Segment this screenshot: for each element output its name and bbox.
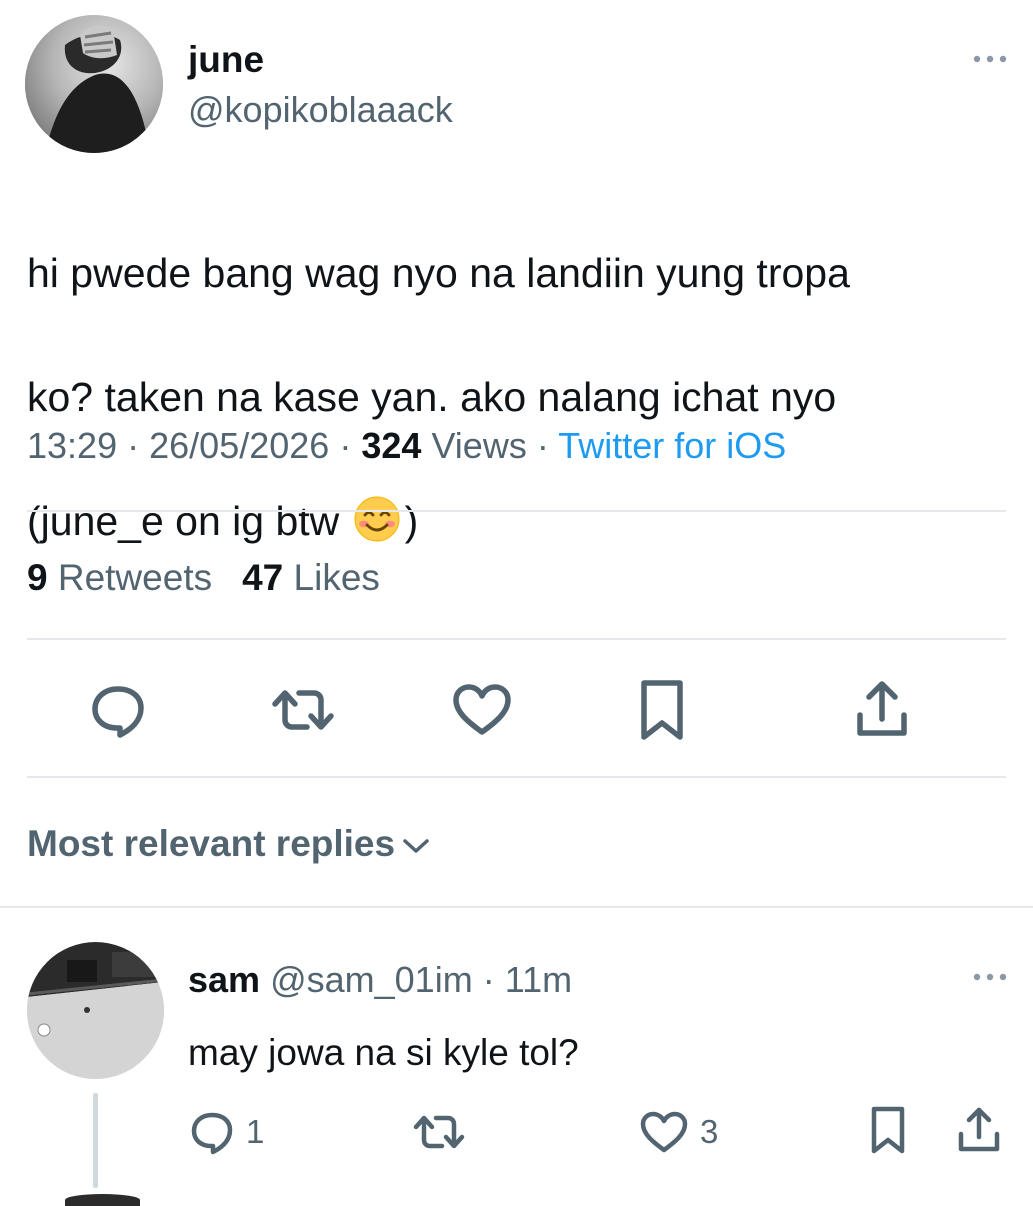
tweet-date[interactable]: 26/05/2026	[149, 425, 329, 466]
retweet-icon	[413, 1115, 465, 1149]
meta-separator: ·	[339, 425, 352, 466]
reply-retweet-button[interactable]	[412, 1102, 466, 1162]
author-name[interactable]: june	[188, 38, 264, 82]
share-icon	[958, 1107, 1000, 1152]
meta-separator: ·	[536, 425, 549, 466]
bookmark-icon	[871, 1106, 905, 1154]
smiling-face-emoji-icon	[353, 495, 401, 543]
tweet-stats: 9 Retweets 47 Likes	[27, 552, 380, 604]
divider	[27, 638, 1006, 640]
reply-reply-button[interactable]: 1	[188, 1102, 264, 1162]
like-icon	[640, 1111, 688, 1153]
more-options-icon[interactable]	[968, 44, 1012, 74]
views-count[interactable]: 324	[361, 425, 421, 466]
reply-icon	[191, 1112, 233, 1155]
tweet-time[interactable]: 13:29	[27, 425, 117, 466]
reply-like-button[interactable]: 3	[638, 1102, 718, 1162]
reply-author-handle[interactable]: @sam_01im	[270, 959, 473, 1000]
chevron-down-icon	[403, 839, 429, 853]
like-count: 3	[700, 1113, 719, 1150]
reply-header: sam @sam_01im · 11m	[188, 956, 572, 1004]
retweet-icon[interactable]	[268, 675, 338, 745]
bookmark-icon[interactable]	[627, 675, 697, 745]
tweet-text: hi pwede bang wag nyo na landiin yung tr…	[27, 180, 1002, 614]
reply-author-name[interactable]: sam	[188, 959, 260, 1000]
thread-connector-line	[93, 1093, 98, 1188]
reply-author-avatar[interactable]	[27, 942, 164, 1079]
meta-separator: ·	[127, 425, 140, 466]
like-icon[interactable]	[447, 675, 517, 745]
author-handle[interactable]: @kopikoblaaack	[188, 88, 453, 132]
avatar-photo	[25, 15, 163, 153]
tweet-text-line: ko? taken na kase yan. ako nalang ichat …	[27, 374, 837, 420]
author-avatar[interactable]	[25, 15, 163, 153]
reply-bookmark-button[interactable]	[866, 1100, 910, 1160]
more-options-icon[interactable]	[968, 962, 1012, 992]
retweets-label: Retweets	[57, 557, 213, 598]
divider	[27, 510, 1006, 512]
tweet-text-line: hi pwede bang wag nyo na landiin yung tr…	[27, 250, 850, 296]
reply-timestamp[interactable]: 11m	[505, 959, 572, 1000]
meta-separator: ·	[482, 959, 495, 1000]
likes-count: 47	[242, 557, 284, 598]
likes-stat[interactable]: 47 Likes	[242, 557, 380, 598]
retweets-stat[interactable]: 9 Retweets	[27, 557, 212, 598]
tweet-text-segment: )	[404, 498, 419, 544]
reply-count: 1	[246, 1113, 265, 1150]
tweet-meta: 13:29 · 26/05/2026 · 324 Views · Twitter…	[27, 420, 786, 472]
divider	[27, 776, 1006, 778]
avatar-photo	[27, 942, 164, 1079]
reply-share-button[interactable]	[955, 1100, 1003, 1160]
views-label[interactable]: Views	[431, 425, 526, 466]
next-reply-avatar[interactable]	[65, 1194, 140, 1206]
replies-sort-label: Most relevant replies	[27, 823, 396, 864]
tweet-source-link[interactable]: Twitter for iOS	[558, 425, 786, 466]
reply-text: may jowa na si kyle tol?	[188, 1032, 579, 1073]
reply-icon[interactable]	[83, 675, 153, 745]
replies-sort-dropdown[interactable]: Most relevant replies	[27, 818, 431, 870]
likes-label: Likes	[293, 557, 380, 598]
retweets-count: 9	[27, 557, 48, 598]
tweet-text-line: (june_e on ig btw )	[27, 490, 1002, 552]
share-icon[interactable]	[847, 675, 917, 745]
tweet-text-segment: (june_e on ig btw	[27, 498, 351, 544]
section-divider	[0, 906, 1033, 908]
